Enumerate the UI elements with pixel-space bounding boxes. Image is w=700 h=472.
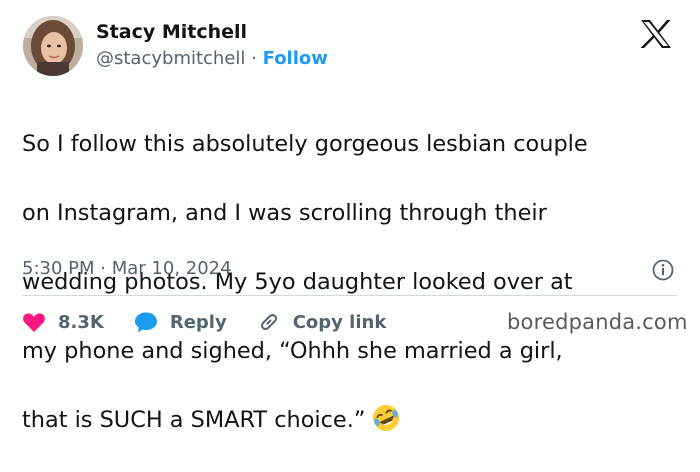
meta-separator: · [100, 258, 106, 279]
author-handle[interactable]: @stacybmitchell [96, 48, 245, 69]
tweet-line: that is SUCH a SMART choice.” [22, 403, 682, 438]
tweet-text: So I follow this absolutely gorgeous les… [22, 92, 682, 472]
tweet-time: 5:30 PM [22, 258, 95, 279]
reply-button[interactable]: Reply [134, 311, 227, 333]
copy-link-label: Copy link [292, 311, 387, 333]
tweet-timestamp[interactable]: 5:30 PM · Mar 10, 2024 [22, 258, 232, 279]
info-icon[interactable] [652, 259, 674, 281]
tweet-line: my phone and sighed, “Ohhh she married a… [22, 337, 563, 364]
link-icon [260, 313, 277, 331]
avatar-image [23, 16, 83, 76]
author-name[interactable]: Stacy Mitchell [96, 21, 247, 43]
follow-button[interactable]: Follow [263, 48, 328, 69]
handle-separator: · [251, 48, 257, 69]
tweet-line: on Instagram, and I was scrolling throug… [22, 199, 547, 226]
heart-icon [23, 313, 45, 332]
x-logo-icon[interactable] [640, 19, 672, 49]
rolling-on-floor-laughing-emoji [373, 404, 400, 431]
like-count: 8.3K [58, 311, 104, 333]
watermark: boredpanda.com [507, 310, 688, 334]
action-bar: 8.3K Reply Copy link [22, 306, 416, 338]
reply-label: Reply [169, 311, 227, 333]
divider [22, 295, 678, 296]
copy-link-button[interactable]: Copy link [257, 310, 387, 334]
avatar[interactable] [23, 16, 83, 76]
reply-bubble-icon [134, 312, 157, 333]
tweet-line: So I follow this absolutely gorgeous les… [22, 130, 588, 157]
author-handle-row: @stacybmitchell · Follow [96, 48, 328, 69]
tweet-line-text: that is SUCH a SMART choice.” [22, 406, 366, 433]
tweet-date: Mar 10, 2024 [111, 258, 232, 279]
like-button[interactable]: 8.3K [22, 311, 104, 333]
